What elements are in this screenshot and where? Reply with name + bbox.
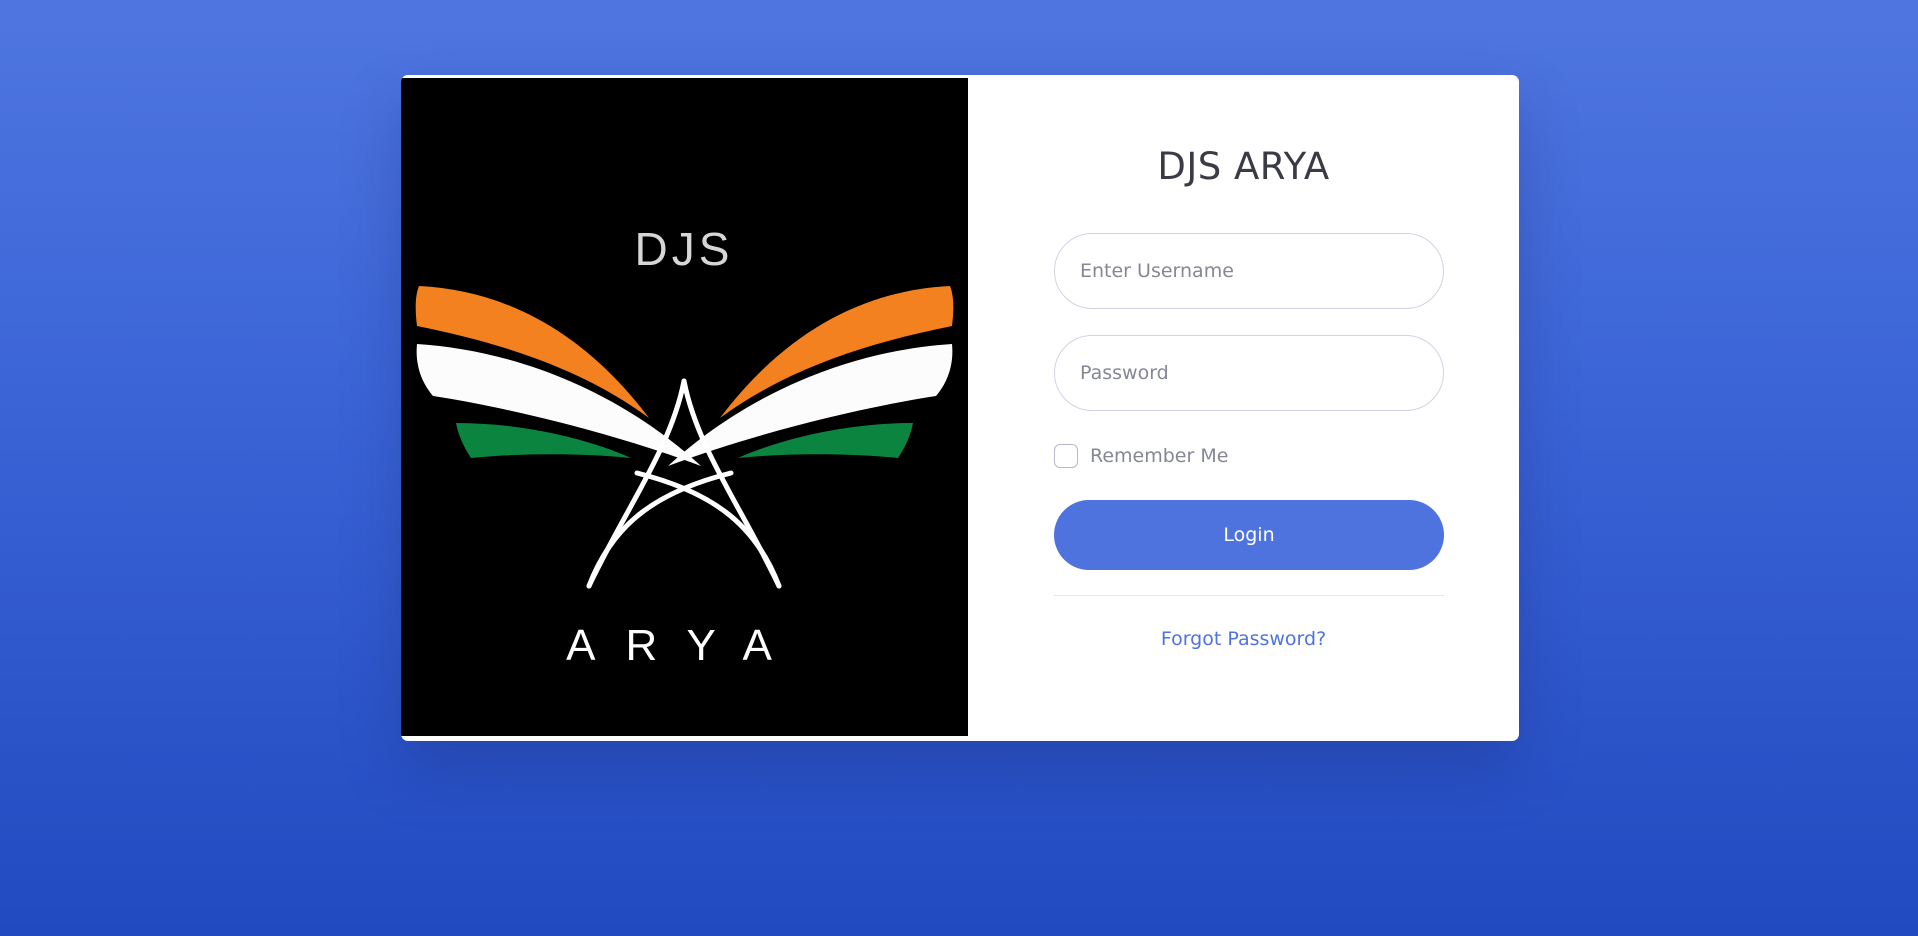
forgot-password-link[interactable]: Forgot Password? <box>968 628 1519 650</box>
login-button[interactable]: Login <box>1054 500 1444 570</box>
logo-top-text: DJS <box>635 223 734 275</box>
password-input[interactable] <box>1054 335 1444 411</box>
login-card: DJS ARYA DJS ARYA Enter Username Remembe… <box>401 75 1519 741</box>
remember-me-checkbox[interactable] <box>1054 444 1078 468</box>
logo-bottom-text: ARYA <box>566 621 802 670</box>
login-form-panel: DJS ARYA Remember Me Login Forgot Passwo… <box>968 75 1519 741</box>
form-divider <box>1054 595 1444 596</box>
djs-arya-logo: DJS ARYA <box>415 223 954 670</box>
remember-me-row[interactable]: Remember Me <box>1054 443 1228 469</box>
username-input[interactable] <box>1054 233 1444 309</box>
remember-me-label[interactable]: Remember Me <box>1090 445 1228 467</box>
brand-logo-panel: DJS ARYA <box>401 78 968 736</box>
page-title: DJS ARYA <box>1157 145 1330 188</box>
